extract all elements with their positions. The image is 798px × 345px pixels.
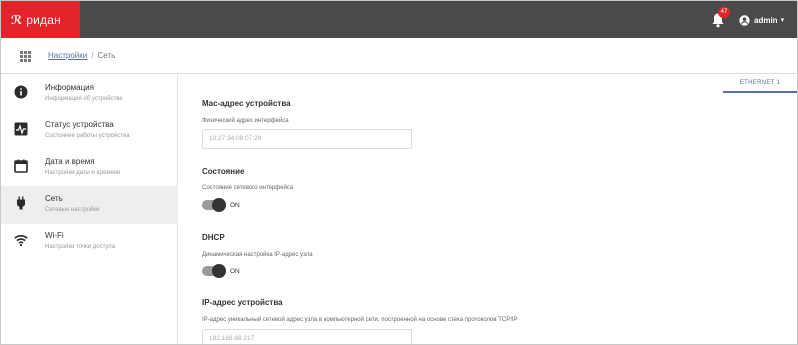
sidebar-item-subtitle: Настройки даты и времени bbox=[45, 170, 121, 176]
dhcp-toggle[interactable]: ON bbox=[202, 264, 242, 278]
toggle-thumb bbox=[212, 198, 226, 212]
mac-address-field[interactable]: 10:27:94:08:07:29 bbox=[202, 129, 412, 149]
dhcp-section-title: DHCP bbox=[202, 233, 225, 242]
ip-section-title: IP-адрес устройства bbox=[202, 298, 283, 307]
sidebar-item-title: Сеть bbox=[45, 194, 63, 203]
brand-name: ридан bbox=[26, 12, 61, 27]
breadcrumb-separator: / bbox=[91, 51, 94, 60]
sidebar-item-subtitle: Настройки точки доступа bbox=[45, 244, 115, 250]
settings-form: Mac-адрес устройства Физический адрес ин… bbox=[202, 1, 702, 344]
chevron-down-icon: ▾ bbox=[780, 17, 785, 24]
sidebar-item-wifi[interactable]: Wi-Fi Настройки точки доступа bbox=[1, 223, 178, 261]
user-name: admin bbox=[754, 15, 778, 25]
breadcrumb: Настройки / Сеть bbox=[48, 51, 115, 60]
mac-section-title: Mac-адрес устройства bbox=[202, 99, 291, 108]
toggle-track bbox=[202, 264, 226, 278]
brand-mark-icon: ℛ bbox=[11, 12, 23, 27]
toggle-thumb bbox=[212, 264, 226, 278]
sidebar: Информация Информация об устройстве Стат… bbox=[1, 75, 178, 344]
mac-field-label: Физический адрес интерфейса bbox=[202, 118, 289, 124]
sidebar-item-subtitle: Информация об устройстве bbox=[45, 96, 123, 102]
dhcp-toggle-label: ON bbox=[230, 267, 240, 275]
sidebar-item-subtitle: Состояние работы устройства bbox=[45, 133, 130, 139]
user-menu-button[interactable]: admin ▾ bbox=[739, 12, 784, 28]
state-section-title: Состояние bbox=[202, 167, 245, 176]
toggle-track bbox=[202, 198, 226, 212]
tab-ethernet-1[interactable]: ETHERNET 1 bbox=[723, 75, 797, 91]
sidebar-item-info[interactable]: Информация Информация об устройстве bbox=[1, 75, 178, 113]
tab-active-indicator bbox=[723, 91, 797, 93]
sidebar-item-subtitle: Сетевые настройки bbox=[45, 207, 100, 213]
info-icon bbox=[14, 85, 28, 99]
calendar-icon bbox=[14, 159, 28, 173]
state-toggle[interactable]: ON bbox=[202, 198, 242, 212]
ethernet-plug-icon bbox=[17, 196, 25, 210]
ip-address-field[interactable]: 192.168.88.217 bbox=[202, 329, 412, 344]
breadcrumb-current: Сеть bbox=[97, 51, 116, 60]
apps-grid-icon[interactable] bbox=[20, 51, 31, 62]
sidebar-item-datetime[interactable]: Дата и время Настройки даты и времени bbox=[1, 149, 178, 187]
sidebar-item-title: Дата и время bbox=[45, 157, 95, 166]
app-window: ℛ ридан 47 admin ▾ Настройки / Сеть Инфо… bbox=[0, 0, 798, 345]
sidebar-item-network[interactable]: Сеть Сетевые настройки bbox=[1, 186, 178, 224]
sidebar-item-title: Информация bbox=[45, 83, 94, 92]
pulse-icon bbox=[14, 122, 28, 136]
state-toggle-label: ON bbox=[230, 201, 240, 209]
sidebar-item-title: Статус устройства bbox=[45, 120, 114, 129]
breadcrumb-link-settings[interactable]: Настройки bbox=[48, 51, 87, 60]
ip-field-label: IP-адрес уникальный сетевой адрес узла в… bbox=[202, 317, 518, 323]
sidebar-item-status[interactable]: Статус устройства Состояние работы устро… bbox=[1, 112, 178, 150]
dhcp-field-label: Динамическая настройка IP-адрес узла bbox=[202, 252, 313, 258]
notification-badge: 47 bbox=[718, 7, 730, 18]
brand-logo[interactable]: ℛ ридан bbox=[1, 1, 80, 38]
account-circle-icon bbox=[739, 14, 750, 26]
state-field-label: Состояние сетевого интерфейса bbox=[202, 185, 294, 191]
wifi-icon bbox=[14, 235, 28, 247]
sidebar-item-title: Wi-Fi bbox=[45, 231, 64, 240]
